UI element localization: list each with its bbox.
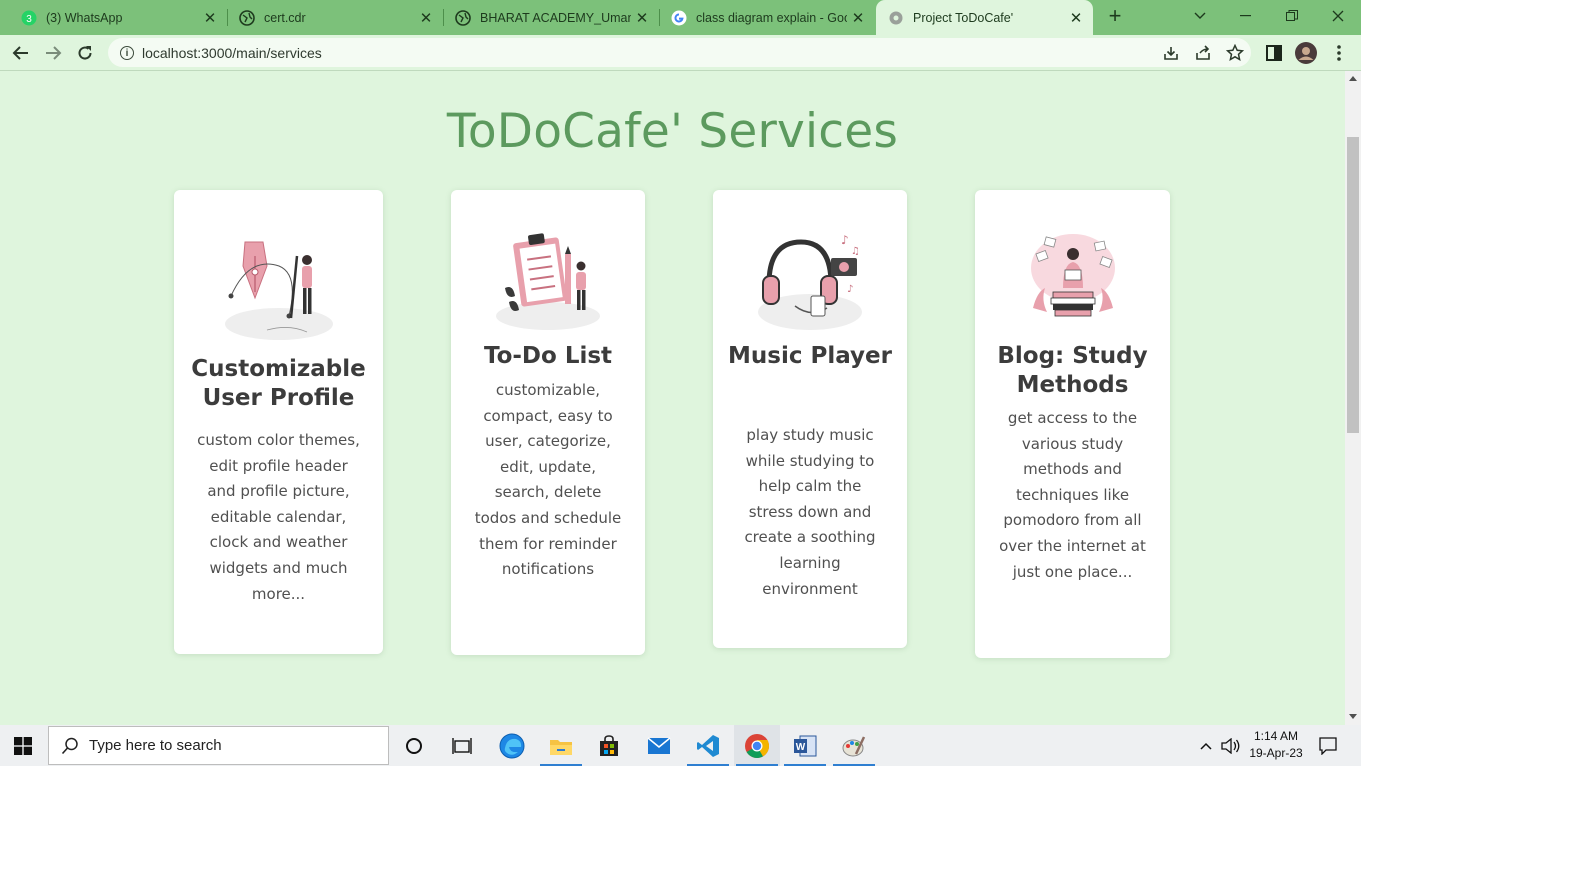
svg-text:♪: ♪ <box>847 284 853 295</box>
vertical-scrollbar[interactable] <box>1345 71 1361 725</box>
card-description: custom color themes, edit profile header… <box>197 431 360 603</box>
volume-icon[interactable] <box>1218 725 1244 766</box>
reading-books-illustration <box>1023 230 1123 320</box>
tab-whatsapp[interactable]: 3 (3) WhatsApp ✕ <box>0 0 227 35</box>
globe-icon <box>455 9 471 26</box>
scroll-up-arrow-icon[interactable] <box>1349 76 1357 81</box>
whatsapp-icon: 3 <box>21 10 37 26</box>
pen-tool-designer-illustration <box>219 226 339 342</box>
card-description: get access to the various study methods … <box>999 409 1146 581</box>
profile-avatar-icon[interactable] <box>1295 42 1317 64</box>
tab-strip: 3 (3) WhatsApp ✕ cert.cdr ✕ BHARAT ACADE… <box>0 0 1361 35</box>
svg-text:♫: ♫ <box>851 246 860 257</box>
chrome-icon[interactable] <box>734 725 780 766</box>
svg-text:W: W <box>796 742 806 753</box>
close-window-icon[interactable] <box>1315 0 1361 32</box>
search-placeholder: Type here to search <box>89 737 222 754</box>
mail-icon[interactable] <box>636 725 682 766</box>
google-icon <box>671 10 687 26</box>
windows-taskbar: Type here to search W 1:14 AM 19-Apr-23 <box>0 725 1361 766</box>
share-icon[interactable] <box>1192 42 1214 64</box>
clock-time: 1:14 AM <box>1253 729 1299 743</box>
screen: 3 (3) WhatsApp ✕ cert.cdr ✕ BHARAT ACADE… <box>0 0 1361 766</box>
side-panel-icon[interactable] <box>1263 42 1285 64</box>
system-clock[interactable]: 1:14 AM 19-Apr-23 <box>1246 728 1306 762</box>
start-windows-icon[interactable] <box>0 725 46 766</box>
task-view-icon[interactable] <box>439 725 485 766</box>
edge-icon[interactable] <box>489 725 535 766</box>
globe-icon <box>239 9 255 26</box>
tab-search-icon[interactable] <box>1177 0 1223 32</box>
taskbar-search-input[interactable]: Type here to search <box>48 726 389 765</box>
service-card-blog[interactable]: Blog: Study Methods get access to the va… <box>975 190 1170 658</box>
back-icon[interactable] <box>7 39 35 67</box>
word-icon[interactable]: W <box>782 725 828 766</box>
url-text: localhost:3000/main/services <box>142 44 322 61</box>
card-description: play study music while studying to help … <box>744 426 876 598</box>
restore-icon[interactable] <box>1269 0 1315 32</box>
paint-icon[interactable] <box>831 725 877 766</box>
card-title: Blog: Study Methods <box>997 343 1148 398</box>
forward-icon[interactable] <box>39 39 67 67</box>
close-tab-icon[interactable]: ✕ <box>847 7 869 29</box>
service-card-music-player[interactable]: ♪ ♫ ♪ Music Player play study music whil… <box>713 190 907 648</box>
page-content: ToDoCafe' Services Customizable User Pro… <box>0 71 1345 725</box>
page-title: ToDoCafe' Services <box>446 104 899 159</box>
todocafe-icon <box>888 10 904 26</box>
menu-kebab-icon[interactable] <box>1328 42 1350 64</box>
scroll-down-arrow-icon[interactable] <box>1349 714 1357 719</box>
cortana-icon[interactable] <box>391 725 437 766</box>
close-tab-icon[interactable]: ✕ <box>1065 7 1087 29</box>
search-icon <box>61 737 79 755</box>
headphones-music-illustration: ♪ ♫ ♪ <box>755 226 865 332</box>
new-tab-button[interactable]: + <box>1103 5 1127 29</box>
show-hidden-icons-icon[interactable] <box>1194 725 1218 766</box>
install-app-icon[interactable] <box>1160 42 1182 64</box>
service-card-user-profile[interactable]: Customizable User Profile custom color t… <box>174 190 383 654</box>
tab-title: BHARAT ACADEMY_Umang S <box>480 10 631 25</box>
vscode-icon[interactable] <box>685 725 731 766</box>
minimize-icon[interactable] <box>1223 0 1269 32</box>
site-info-icon[interactable]: i <box>120 45 134 60</box>
clock-date: 19-Apr-23 <box>1249 746 1303 760</box>
file-explorer-icon[interactable] <box>538 725 584 766</box>
card-title: To-Do List <box>483 343 613 369</box>
service-card-todo-list[interactable]: To-Do List customizable, compact, easy t… <box>451 190 645 655</box>
tab-cert[interactable]: cert.cdr ✕ <box>218 0 443 35</box>
tab-title: Project ToDoCafe' <box>913 10 1014 25</box>
tab-project-todocafe[interactable]: Project ToDoCafe' ✕ <box>876 0 1093 35</box>
scrollbar-thumb[interactable] <box>1347 137 1359 433</box>
card-title: Music Player <box>728 343 892 369</box>
tab-bharat-academy[interactable]: BHARAT ACADEMY_Umang S ✕ <box>434 0 659 35</box>
clipboard-checklist-illustration <box>493 226 603 332</box>
tab-title: class diagram explain - Goog <box>696 10 847 25</box>
card-title: Customizable User Profile <box>191 356 366 411</box>
svg-text:3: 3 <box>26 14 32 25</box>
reload-icon[interactable] <box>71 39 99 67</box>
tab-google-search[interactable]: class diagram explain - Goog ✕ <box>650 0 875 35</box>
svg-text:♪: ♪ <box>841 233 849 247</box>
tab-title: cert.cdr <box>264 10 306 25</box>
store-icon[interactable] <box>586 725 632 766</box>
bookmark-star-icon[interactable] <box>1224 42 1246 64</box>
card-description: customizable, compact, easy to user, cat… <box>474 381 622 579</box>
address-bar[interactable]: i localhost:3000/main/services <box>108 38 1251 67</box>
tab-title: (3) WhatsApp <box>46 10 123 25</box>
browser-toolbar: i localhost:3000/main/services <box>0 35 1361 71</box>
notifications-icon[interactable] <box>1306 725 1350 766</box>
